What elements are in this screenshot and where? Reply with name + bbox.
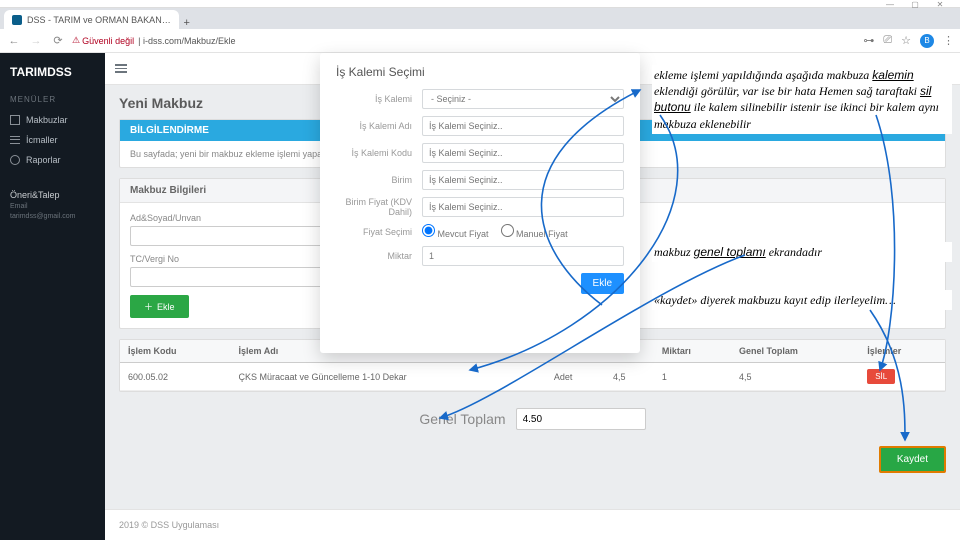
url-text[interactable]: | i-dss.com/Makbuz/Ekle [138,36,235,46]
radio-mevcut[interactable]: Mevcut Fiyat [422,224,489,239]
modal-birim-input[interactable] [422,170,624,190]
annotation-1: ekleme işlemi yapıldığında aşağıda makbu… [652,65,952,134]
warning-icon: ⚠ [72,35,80,46]
profile-avatar[interactable]: B [920,34,934,48]
item-select-modal: İş Kalemi Seçimi İş Kalemi - Seçiniz - İ… [320,53,640,353]
sidebar-item-label: İcmaller [26,135,58,145]
radio-manuel[interactable]: Manuel Fiyat [501,224,568,239]
modal-kodu-input[interactable] [422,143,624,163]
forward-icon[interactable]: → [28,33,44,49]
col-act: İşlemler [859,340,945,363]
window-close-icon[interactable]: ✕ [920,0,960,8]
grand-total-label: Genel Toplam [419,411,505,427]
table-row: 600.05.02 ÇKS Müracaat ve Güncelleme 1-1… [120,363,945,391]
app-logo[interactable]: TARIMDSS [0,61,105,89]
suggest-title: Öneri&Talep [10,190,95,200]
suggest-email-label: Email [10,203,28,210]
cell-qty: 1 [654,363,731,391]
add-item-label: Ekle [157,302,175,312]
sidebar-item-label: Makbuzlar [26,115,68,125]
delete-row-button[interactable]: SİL [867,369,895,384]
cell-total: 4,5 [731,363,859,391]
sidebar-item-icmaller[interactable]: İcmaller [0,130,105,150]
sidebar-section-label: MENÜLER [0,89,105,110]
plus-icon: ＋ [144,300,153,313]
sidebar-item-label: Raporlar [26,155,61,165]
sidebar-item-raporlar[interactable]: Raporlar [0,150,105,170]
save-button[interactable]: Kaydet [879,446,946,473]
modal-miktar-label: Miktar [336,251,422,261]
modal-secim-label: Fiyat Seçimi [336,227,422,237]
browser-addressbar: ← → ⟳ ⚠ Güvenli değil | i-dss.com/Makbuz… [0,29,960,53]
sidebar: TARIMDSS MENÜLER Makbuzlar İcmaller Rapo… [0,53,105,540]
qr-icon[interactable]: ⎚ [883,34,892,47]
window-titlebar: — ▢ ✕ [0,0,960,8]
cell-code: 600.05.02 [120,363,231,391]
col-code: İşlem Kodu [120,340,231,363]
col-total: Genel Toplam [731,340,859,363]
favicon-icon [12,15,22,25]
cell-name: ÇKS Müracaat ve Güncelleme 1-10 Dekar [231,363,546,391]
modal-add-button[interactable]: Ekle [581,273,624,294]
star-icon[interactable]: ☆ [901,34,911,47]
suggest-email[interactable]: tarimdss@gmail.com [10,213,75,220]
modal-fiyat-input[interactable] [422,197,624,217]
hamburger-icon[interactable] [115,64,127,73]
modal-kalemi-select[interactable]: - Seçiniz - [422,89,624,109]
list-icon [10,135,20,145]
annotation-2: makbuz genel toplamı ekrandadır [652,242,952,262]
sidebar-item-makbuzlar[interactable]: Makbuzlar [0,110,105,130]
modal-kalemi-label: İş Kalemi [336,94,422,104]
cell-price: 4,5 [605,363,654,391]
modal-birim-label: Birim [336,175,422,185]
modal-kodu-label: İş Kalemi Kodu [336,148,422,158]
sidebar-suggest: Öneri&Talep Email tarimdss@gmail.com [0,184,105,226]
modal-fiyat-label: Birim Fiyat (KDV Dahil) [336,197,422,217]
grand-total-row: Genel Toplam [119,408,946,430]
key-icon[interactable]: ⊶ [863,34,874,47]
footer: 2019 © DSS Uygulaması [105,509,960,540]
chart-icon [10,155,20,165]
modal-adi-label: İş Kalemi Adı [336,121,422,131]
modal-title: İş Kalemi Seçimi [336,65,624,79]
security-warning[interactable]: ⚠ Güvenli değil [72,35,134,46]
cell-unit: Adet [546,363,605,391]
new-tab-button[interactable]: + [179,17,195,29]
browser-tab[interactable]: DSS - TARIM ve ORMAN BAKAN… [4,10,179,29]
modal-adi-input[interactable] [422,116,624,136]
col-qty: Miktarı [654,340,731,363]
modal-miktar-input[interactable] [422,246,624,266]
reload-icon[interactable]: ⟳ [50,33,66,49]
box-icon [10,115,20,125]
grand-total-input[interactable] [516,408,646,430]
browser-tabbar: DSS - TARIM ve ORMAN BAKAN… + [0,8,960,29]
add-item-button[interactable]: ＋ Ekle [130,295,189,318]
tab-title: DSS - TARIM ve ORMAN BAKAN… [27,15,171,25]
back-icon[interactable]: ← [6,33,22,49]
security-text: Güvenli değil [82,36,134,46]
menu-icon[interactable]: ⋮ [943,34,954,47]
annotation-3: «kaydet» diyerek makbuzu kayıt edip iler… [652,290,952,310]
